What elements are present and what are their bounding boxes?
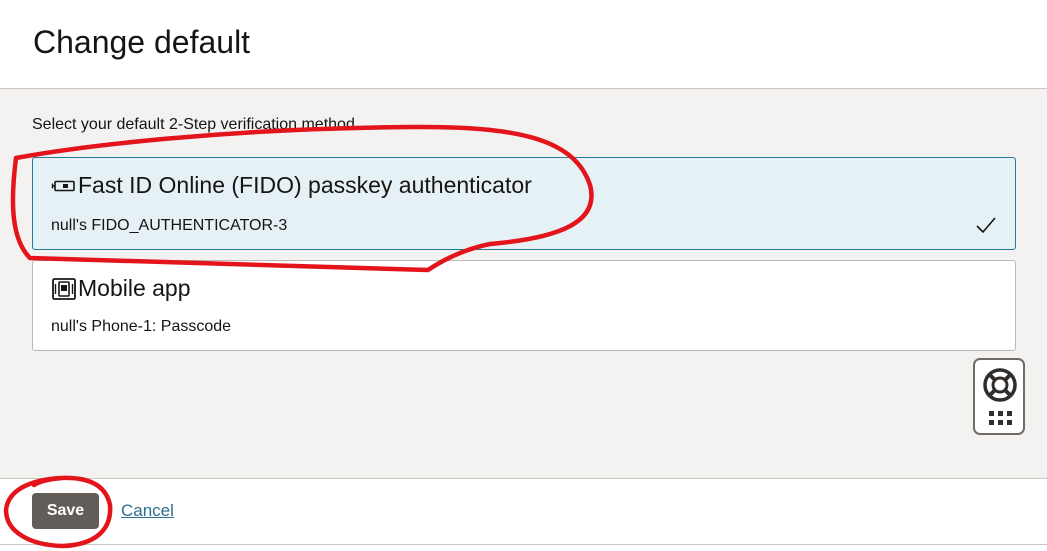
option-subtitle: null's FIDO_AUTHENTICATOR-3 <box>51 217 288 234</box>
action-bar: Save Cancel <box>0 478 1047 545</box>
mobile-app-icon <box>51 277 77 301</box>
help-widget[interactable] <box>973 358 1025 435</box>
instruction-text: Select your default 2-Step verification … <box>32 116 355 133</box>
page-header: Change default <box>0 0 1047 89</box>
method-selection-panel: Select your default 2-Step verification … <box>0 89 1047 478</box>
page-title: Change default <box>33 24 251 60</box>
app-grid-icon <box>989 411 1012 425</box>
save-button[interactable]: Save <box>32 493 99 529</box>
checkmark-icon <box>976 217 996 234</box>
option-mobile-app[interactable]: Mobile app null's Phone-1: Passcode <box>32 260 1016 351</box>
security-key-icon <box>51 176 77 196</box>
option-subtitle: null's Phone-1: Passcode <box>51 318 232 335</box>
option-title: Fast ID Online (FIDO) passkey authentica… <box>78 172 532 198</box>
option-fido-authenticator[interactable]: Fast ID Online (FIDO) passkey authentica… <box>32 157 1016 250</box>
change-default-page: Change default Select your default 2-Ste… <box>0 0 1047 551</box>
cancel-link[interactable]: Cancel <box>121 501 174 521</box>
option-title: Mobile app <box>78 275 191 301</box>
lifebuoy-icon <box>983 368 1017 402</box>
